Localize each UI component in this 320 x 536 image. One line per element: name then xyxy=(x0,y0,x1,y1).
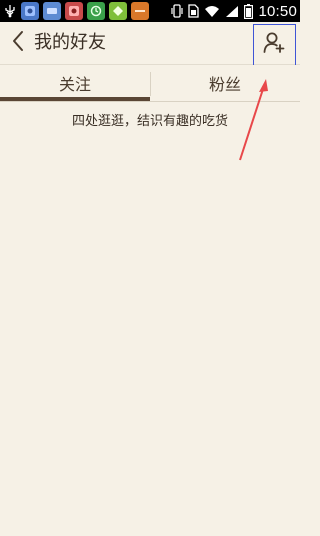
system-icons: 10:50 xyxy=(171,0,297,22)
wifi-icon xyxy=(204,5,220,18)
tab-following-label: 关注 xyxy=(58,75,91,94)
tab-fans[interactable]: 粉丝 xyxy=(150,65,300,101)
notification-icons xyxy=(0,2,149,20)
add-person-icon xyxy=(263,31,285,57)
vibrate-icon xyxy=(171,4,184,18)
active-tab-indicator xyxy=(0,97,150,101)
add-friend-button[interactable] xyxy=(253,24,295,64)
chevron-left-icon xyxy=(11,30,25,56)
app-icon xyxy=(87,2,105,20)
tab-divider xyxy=(150,72,151,96)
usb-icon xyxy=(3,4,17,18)
app-icon xyxy=(109,2,127,20)
page-title: 我的好友 xyxy=(34,32,106,53)
header: 我的好友 xyxy=(0,22,300,65)
status-bar: 10:50 xyxy=(0,0,300,22)
tab-following[interactable]: 关注 xyxy=(0,65,150,101)
app-icon xyxy=(131,2,149,20)
empty-state-hint: 四处逛逛，结识有趣的吃货 xyxy=(71,114,228,129)
sim-icon xyxy=(188,4,200,18)
tab-fans-label: 粉丝 xyxy=(208,75,241,94)
app-icon xyxy=(43,2,61,20)
back-button[interactable] xyxy=(6,30,30,56)
app-icon xyxy=(65,2,83,20)
battery-icon xyxy=(244,3,254,19)
clock-time: 10:50 xyxy=(258,2,297,20)
app-icon xyxy=(21,2,39,20)
signal-icon xyxy=(225,5,239,18)
